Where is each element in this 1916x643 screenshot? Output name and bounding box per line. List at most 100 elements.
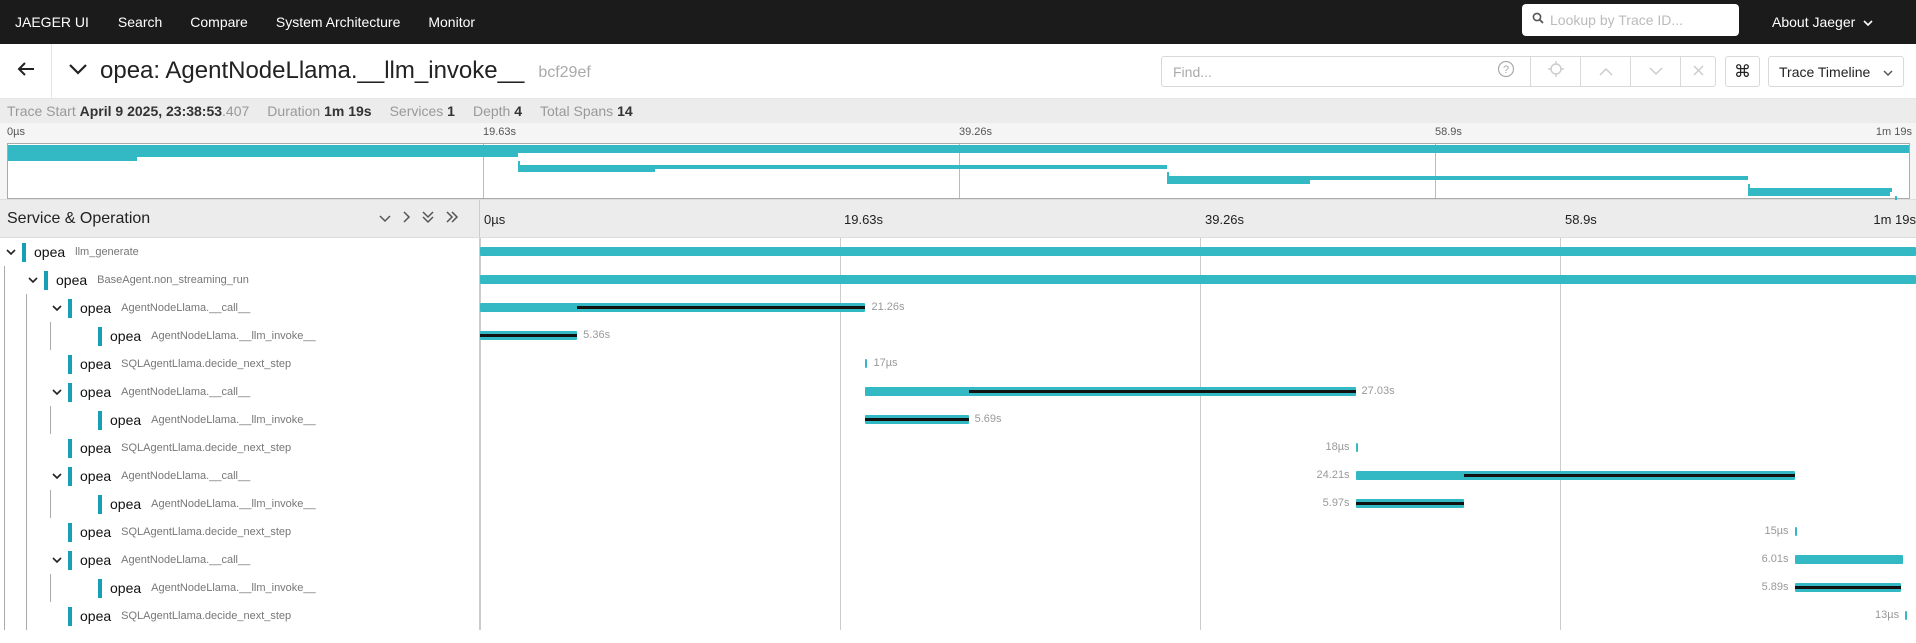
command-icon: ⌘ xyxy=(1734,61,1751,81)
span-bar[interactable] xyxy=(1794,555,1904,564)
span-row-label[interactable]: opea AgentNodeLlama.__llm_invoke__ xyxy=(0,322,480,350)
span-bar[interactable] xyxy=(480,247,1916,256)
chevron-down-icon[interactable] xyxy=(51,469,65,483)
find-input[interactable] xyxy=(1173,63,1463,80)
chevron-down-icon xyxy=(1863,14,1873,30)
prev-match-button[interactable] xyxy=(1581,56,1631,87)
find-box[interactable] xyxy=(1161,56,1482,87)
chevron-down-icon[interactable] xyxy=(51,553,65,567)
grid-line xyxy=(840,406,841,434)
trace-id-input[interactable] xyxy=(1550,12,1730,28)
expand-all-icon[interactable] xyxy=(445,210,459,229)
help-button[interactable]: ? xyxy=(1481,56,1531,87)
service-color-bar xyxy=(98,494,102,514)
collapse-all-icon[interactable] xyxy=(421,210,435,229)
service-name: opea xyxy=(80,384,112,400)
chevron-down-icon[interactable] xyxy=(51,385,65,399)
span-row-track[interactable]: 15µs xyxy=(480,518,1916,546)
chevron-down-icon[interactable] xyxy=(27,273,41,287)
span-row[interactable]: opea BaseAgent.non_streaming_run xyxy=(0,266,1916,294)
span-bar[interactable] xyxy=(1794,527,1797,536)
grid-line xyxy=(1560,322,1561,350)
span-row-label[interactable]: opea SQLAgentLlama.decide_next_step xyxy=(0,434,480,462)
span-row[interactable]: opea AgentNodeLlama.__llm_invoke__ 5.69s xyxy=(0,406,1916,434)
span-row[interactable]: opea SQLAgentLlama.decide_next_step 18µs xyxy=(0,434,1916,462)
back-button[interactable] xyxy=(0,43,52,99)
span-row[interactable]: opea SQLAgentLlama.decide_next_step 15µs xyxy=(0,518,1916,546)
span-row-label[interactable]: opea AgentNodeLlama.__llm_invoke__ xyxy=(0,574,480,602)
span-row-track[interactable] xyxy=(480,238,1916,266)
view-select[interactable]: Trace Timeline xyxy=(1768,56,1904,87)
span-row-label[interactable]: opea BaseAgent.non_streaming_run xyxy=(0,266,480,294)
span-bar[interactable] xyxy=(865,359,868,368)
chevron-down-icon[interactable] xyxy=(51,301,65,315)
span-row-track[interactable]: 13µs xyxy=(480,602,1916,630)
span-row-label[interactable]: opea AgentNodeLlama.__call__ xyxy=(0,294,480,322)
span-row-track[interactable]: 27.03s xyxy=(480,378,1916,406)
nav-system-architecture[interactable]: System Architecture xyxy=(262,14,415,30)
span-row-label[interactable]: opea SQLAgentLlama.decide_next_step xyxy=(0,350,480,378)
span-row[interactable]: opea AgentNodeLlama.__llm_invoke__ 5.89s xyxy=(0,574,1916,602)
trace-minimap[interactable]: 0µs 19.63s 39.26s 58.9s 1m 19s xyxy=(0,123,1916,200)
trace-lookup[interactable] xyxy=(1522,4,1739,36)
span-row-label[interactable]: opea AgentNodeLlama.__llm_invoke__ xyxy=(0,406,480,434)
timeline-ticks: 0µs 19.63s 39.26s 58.9s 1m 19s xyxy=(480,200,1916,237)
timeline-tick: 0µs xyxy=(484,212,506,227)
expand-one-icon[interactable] xyxy=(402,210,411,229)
span-row-track[interactable] xyxy=(480,266,1916,294)
tree-guide xyxy=(26,518,27,546)
grid-line xyxy=(1560,602,1561,630)
span-row-track[interactable]: 5.89s xyxy=(480,574,1916,602)
tree-guide xyxy=(4,294,5,322)
span-row-track[interactable]: 24.21s xyxy=(480,462,1916,490)
grid-line xyxy=(480,378,481,406)
span-row-label[interactable]: opea SQLAgentLlama.decide_next_step xyxy=(0,602,480,630)
operation-name: SQLAgentLlama.decide_next_step xyxy=(121,442,292,454)
span-bar[interactable] xyxy=(480,275,1916,284)
span-row[interactable]: opea llm_generate xyxy=(0,238,1916,266)
span-row-label[interactable]: opea AgentNodeLlama.__call__ xyxy=(0,378,480,406)
next-match-button[interactable] xyxy=(1631,56,1681,87)
about-menu[interactable]: About Jaeger xyxy=(1772,0,1873,44)
nav-monitor[interactable]: Monitor xyxy=(414,14,489,30)
span-row-track[interactable]: 21.26s xyxy=(480,294,1916,322)
tree-guide xyxy=(4,350,5,378)
span-row[interactable]: opea AgentNodeLlama.__call__ 6.01s xyxy=(0,546,1916,574)
span-bar[interactable] xyxy=(1355,443,1358,452)
chevron-down-icon[interactable] xyxy=(5,245,19,259)
span-row[interactable]: opea SQLAgentLlama.decide_next_step 13µs xyxy=(0,602,1916,630)
brand-link[interactable]: JAEGER UI xyxy=(0,14,104,30)
span-row[interactable]: opea AgentNodeLlama.__call__ 27.03s xyxy=(0,378,1916,406)
span-row-label[interactable]: opea AgentNodeLlama.__call__ xyxy=(0,546,480,574)
keyboard-shortcuts-button[interactable]: ⌘ xyxy=(1725,56,1760,87)
span-row[interactable]: opea AgentNodeLlama.__call__ 21.26s xyxy=(0,294,1916,322)
span-row-label[interactable]: opea llm_generate xyxy=(0,238,480,266)
span-row-track[interactable]: 17µs xyxy=(480,350,1916,378)
span-row[interactable]: opea AgentNodeLlama.__call__ 24.21s xyxy=(0,462,1916,490)
service-name: opea xyxy=(110,412,142,428)
view-select-value: Trace Timeline xyxy=(1779,63,1871,80)
span-row-label[interactable]: opea AgentNodeLlama.__call__ xyxy=(0,462,480,490)
tree-guide xyxy=(26,294,27,322)
span-row-track[interactable]: 6.01s xyxy=(480,546,1916,574)
span-row[interactable]: opea AgentNodeLlama.__llm_invoke__ 5.36s xyxy=(0,322,1916,350)
span-row-track[interactable]: 5.36s xyxy=(480,322,1916,350)
minimap-tick: 39.26s xyxy=(959,126,993,138)
collapse-trace-icon[interactable] xyxy=(68,62,88,80)
minimap-canvas[interactable] xyxy=(7,143,1910,200)
span-row[interactable]: opea AgentNodeLlama.__llm_invoke__ 5.97s xyxy=(0,490,1916,518)
span-row[interactable]: opea SQLAgentLlama.decide_next_step 17µs xyxy=(0,350,1916,378)
span-row-track[interactable]: 5.69s xyxy=(480,406,1916,434)
span-bar[interactable] xyxy=(1905,611,1908,620)
span-row-label[interactable]: opea AgentNodeLlama.__llm_invoke__ xyxy=(0,490,480,518)
tree-guide xyxy=(26,462,27,490)
tree-guide xyxy=(4,462,5,490)
nav-search[interactable]: Search xyxy=(104,14,176,30)
collapse-one-icon[interactable] xyxy=(378,210,392,228)
clear-find-button[interactable] xyxy=(1681,56,1716,87)
span-row-label[interactable]: opea SQLAgentLlama.decide_next_step xyxy=(0,518,480,546)
span-row-track[interactable]: 18µs xyxy=(480,434,1916,462)
locate-button[interactable] xyxy=(1531,56,1581,87)
span-row-track[interactable]: 5.97s xyxy=(480,490,1916,518)
nav-compare[interactable]: Compare xyxy=(176,14,262,30)
